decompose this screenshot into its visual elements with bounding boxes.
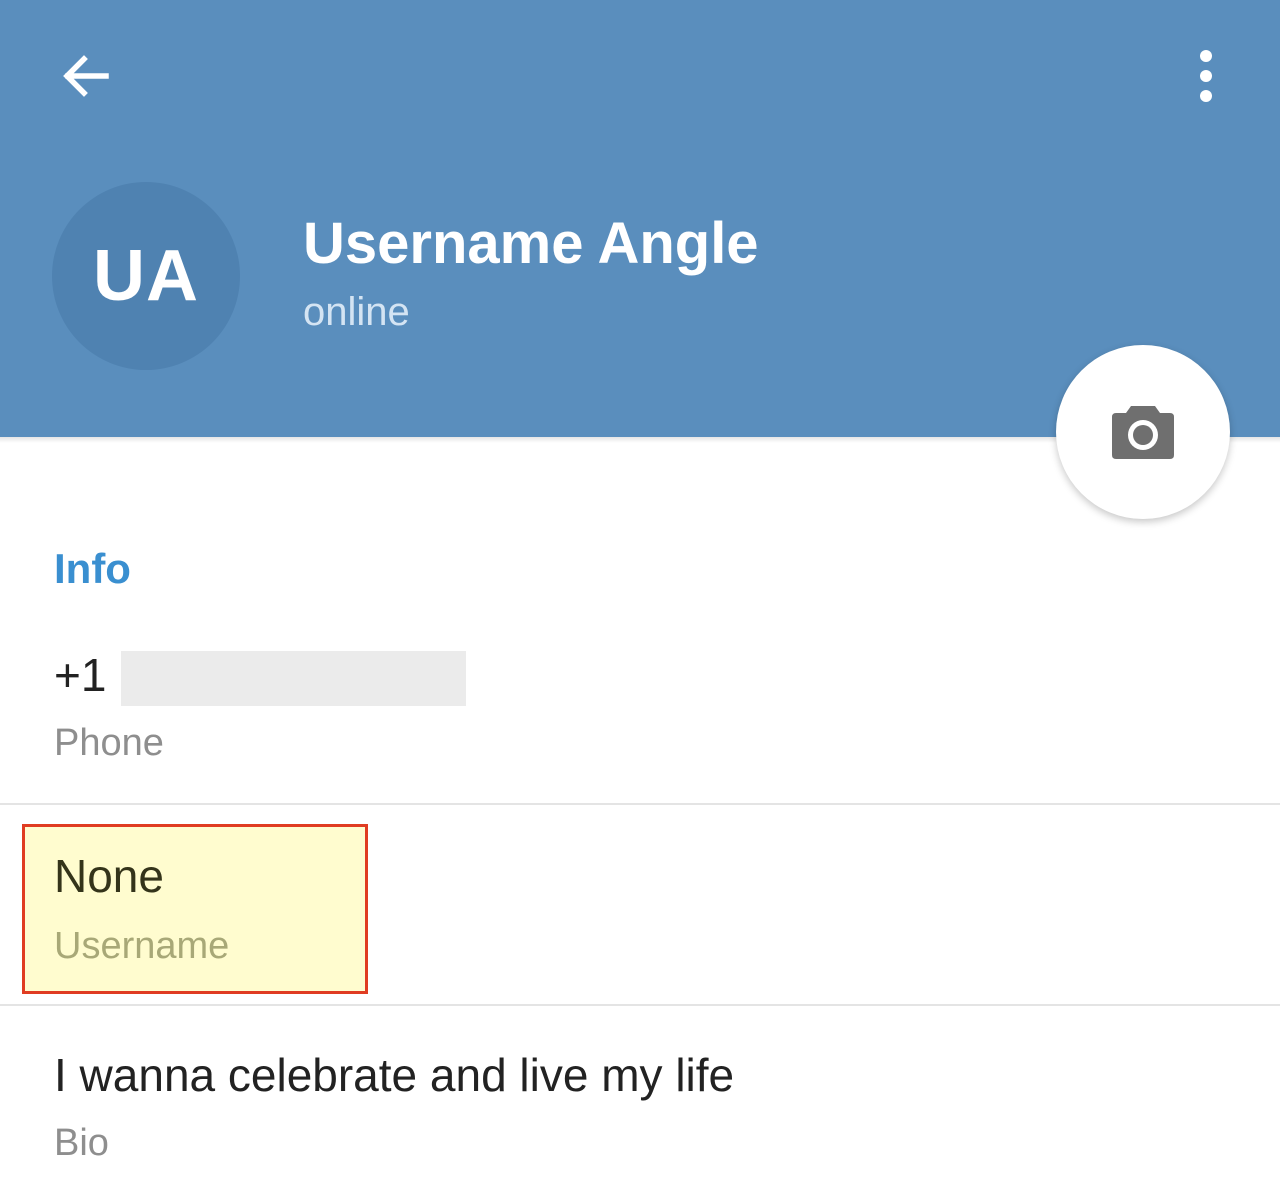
profile-name: Username Angle [303, 211, 759, 276]
username-highlight: None Username [22, 824, 368, 994]
divider [0, 1004, 1280, 1006]
profile-screen: UA Username Angle online Info +1 Phone N… [0, 0, 1280, 1189]
camera-icon [1112, 406, 1174, 459]
phone-value: +1 [54, 649, 107, 701]
username-label: Username [54, 925, 230, 967]
phone-label: Phone [54, 722, 164, 764]
arrow-left-icon [63, 55, 109, 97]
profile-status: online [303, 290, 410, 334]
avatar[interactable]: UA [52, 182, 240, 370]
back-button[interactable] [50, 40, 122, 112]
avatar-initials: UA [93, 236, 199, 316]
username-value: None [54, 850, 164, 902]
more-options-button[interactable] [1170, 40, 1242, 112]
more-vertical-icon [1200, 50, 1212, 102]
bio-label: Bio [54, 1122, 109, 1164]
info-section-title: Info [54, 545, 131, 592]
phone-redaction [121, 651, 466, 706]
set-photo-button[interactable] [1056, 345, 1230, 519]
divider [0, 803, 1280, 805]
bio-value: I wanna celebrate and live my life [54, 1049, 735, 1101]
